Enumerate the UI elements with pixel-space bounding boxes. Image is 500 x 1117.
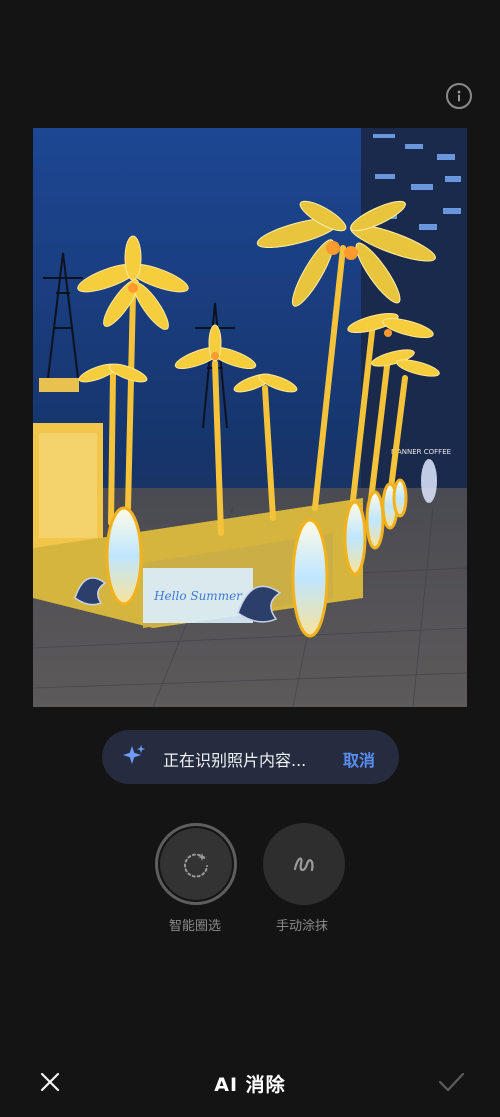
smart-select-button[interactable]	[155, 823, 237, 905]
cancel-button[interactable]: 取消	[343, 747, 375, 771]
hello-summer-sign: Hello Summer	[153, 589, 243, 603]
smart-select-label: 智能圈选	[169, 919, 222, 934]
check-icon[interactable]	[437, 1070, 465, 1094]
storefront-sign: MANNER COFFEE	[391, 448, 451, 456]
page-title: AI 消除	[214, 1074, 286, 1096]
photo-preview[interactable]: Hello Summer MANNER COFFEE	[33, 128, 467, 707]
sparkle-icon	[123, 745, 145, 764]
smart-select-icon	[184, 853, 208, 878]
manual-brush-label: 手动涂抹	[276, 919, 329, 934]
brush-icon	[293, 857, 314, 872]
recognition-status-text: 正在识别照片内容...	[163, 751, 307, 770]
info-icon[interactable]	[446, 83, 472, 109]
info-glyph	[457, 90, 461, 102]
manual-brush-button[interactable]	[263, 823, 345, 905]
ai-erase-screen: Hello Summer MANNER COFFEE 正在识别照片内容... 取…	[0, 0, 500, 1117]
